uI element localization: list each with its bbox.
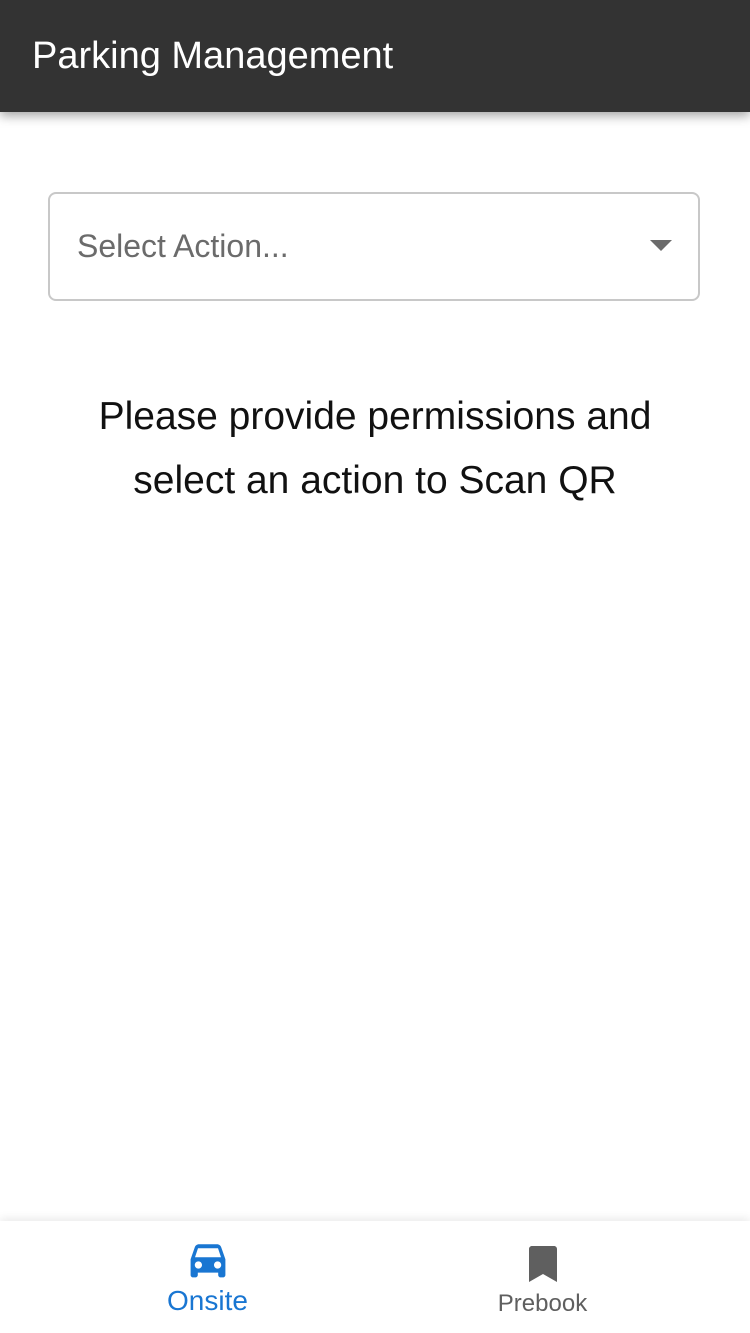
nav-item-onsite[interactable]: Onsite (20, 1221, 395, 1333)
app-screen: Parking Management Select Action... Plea… (0, 0, 750, 1333)
action-select-placeholder: Select Action... (77, 228, 289, 264)
app-title: Parking Management (32, 35, 394, 77)
nav-label-prebook: Prebook (497, 1290, 588, 1317)
bookmark-icon (528, 1246, 557, 1282)
car-icon (190, 1244, 225, 1278)
nav-label-onsite: Onsite (167, 1285, 248, 1316)
bottom-navigation: Onsite Prebook (0, 1221, 750, 1333)
app-bar: Parking Management (0, 0, 750, 112)
dropdown-arrow-icon (650, 240, 672, 251)
instruction-message: Please provide permissions and select an… (40, 385, 710, 513)
instruction-line-2: select an action to Scan QR (133, 459, 617, 502)
nav-item-prebook[interactable]: Prebook (355, 1221, 730, 1333)
instruction-line-1: Please provide permissions and (98, 395, 652, 438)
action-select[interactable]: Select Action... (48, 192, 700, 301)
